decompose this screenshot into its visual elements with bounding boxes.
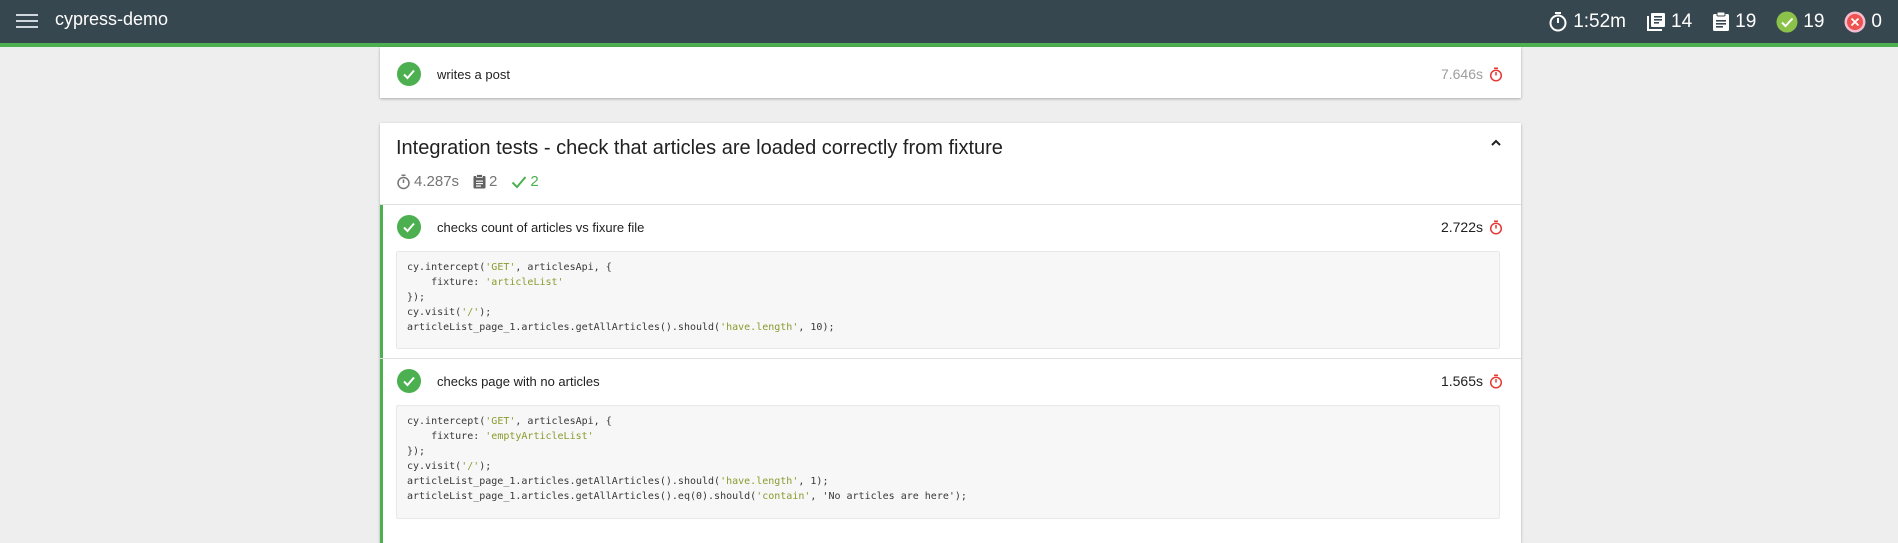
code-line: }); (407, 446, 426, 457)
test-row[interactable]: checks page with no articles 1.565s (380, 359, 1521, 403)
suite-duration-value: 4.287s (414, 173, 460, 190)
test-duration: 1.565s (1440, 373, 1483, 389)
pass-check-icon (397, 369, 421, 393)
stopwatch-icon (1549, 11, 1567, 31)
suite-summary: 4.287s 2 2 (396, 173, 553, 190)
test-duration: 2.722s (1440, 219, 1483, 235)
code-line: }); (407, 292, 426, 303)
stat-suites-value: 14 (1671, 10, 1693, 32)
code-line: articleList_page_1.articles.getAllArticl… (407, 322, 835, 333)
test-row[interactable]: checks count of articles vs fixure file … (380, 205, 1521, 249)
suite-passed-count-value: 2 (530, 173, 539, 190)
code-line: cy.visit('/'); (407, 307, 492, 318)
check-icon (512, 175, 527, 188)
suite-card: Integration tests - check that articles … (380, 123, 1521, 543)
pass-check-icon (397, 215, 421, 239)
slow-timer-icon (1489, 220, 1503, 235)
stopwatch-icon (397, 174, 410, 189)
menu-icon[interactable] (16, 11, 38, 31)
stat-passed[interactable]: 19 (1776, 11, 1824, 33)
test-duration: 7.646s (1440, 66, 1483, 82)
cancel-circle-icon (1844, 11, 1866, 32)
code-line: cy.visit('/'); (407, 461, 492, 472)
stat-tests-value: 19 (1735, 10, 1757, 32)
code-line: cy.intercept('GET', articlesApi, { (407, 262, 612, 273)
stat-suites[interactable]: 14 (1646, 11, 1692, 33)
suite-test-count-value: 2 (489, 173, 498, 190)
pass-check-icon (397, 62, 421, 86)
stat-tests[interactable]: 19 (1712, 11, 1756, 33)
test-title: checks page with no articles (437, 374, 600, 389)
code-line: articleList_page_1.articles.getAllArticl… (407, 476, 829, 487)
code-line: articleList_page_1.articles.getAllArticl… (407, 491, 967, 502)
previous-test-card: writes a post 7.646s (380, 47, 1521, 98)
slow-timer-icon (1489, 374, 1503, 389)
test-row-writes-a-post[interactable]: writes a post 7.646s (380, 47, 1521, 98)
suite-title: Integration tests - check that articles … (396, 137, 1003, 159)
clipboard-icon (473, 174, 486, 189)
top-navbar: cypress-demo 1:52m 14 19 19 0 (0, 0, 1898, 47)
test-code: cy.intercept('GET', articlesApi, { fixtu… (396, 251, 1500, 349)
stats-bar: 1:52m 14 19 19 0 (1548, 0, 1898, 43)
app-title: cypress-demo (55, 9, 169, 29)
chevron-up-icon[interactable] (1489, 136, 1503, 150)
stat-failed[interactable]: 0 (1844, 11, 1882, 33)
test-title: writes a post (437, 67, 510, 82)
test-block-count-articles: checks count of articles vs fixure file … (380, 205, 1521, 358)
clipboard-icon (1713, 11, 1730, 31)
test-code: cy.intercept('GET', articlesApi, { fixtu… (396, 405, 1500, 519)
library-books-icon (1647, 12, 1665, 31)
suite-duration: 4.287s (396, 173, 459, 190)
code-line: cy.intercept('GET', articlesApi, { (407, 416, 612, 427)
stat-duration[interactable]: 1:52m (1548, 11, 1626, 33)
stat-passed-value: 19 (1803, 10, 1825, 32)
check-circle-icon (1776, 11, 1798, 32)
code-line: fixture: 'articleList' (407, 277, 564, 288)
test-block-no-articles: checks page with no articles 1.565s cy.i… (380, 359, 1521, 543)
slow-timer-icon (1489, 67, 1503, 82)
suite-passed-count: 2 (511, 173, 539, 190)
stat-failed-value: 0 (1871, 10, 1882, 32)
stat-duration-value: 1:52m (1573, 10, 1626, 32)
suite-test-count: 2 (473, 173, 497, 190)
test-title: checks count of articles vs fixure file (437, 220, 645, 235)
code-line: fixture: 'emptyArticleList' (407, 431, 594, 442)
